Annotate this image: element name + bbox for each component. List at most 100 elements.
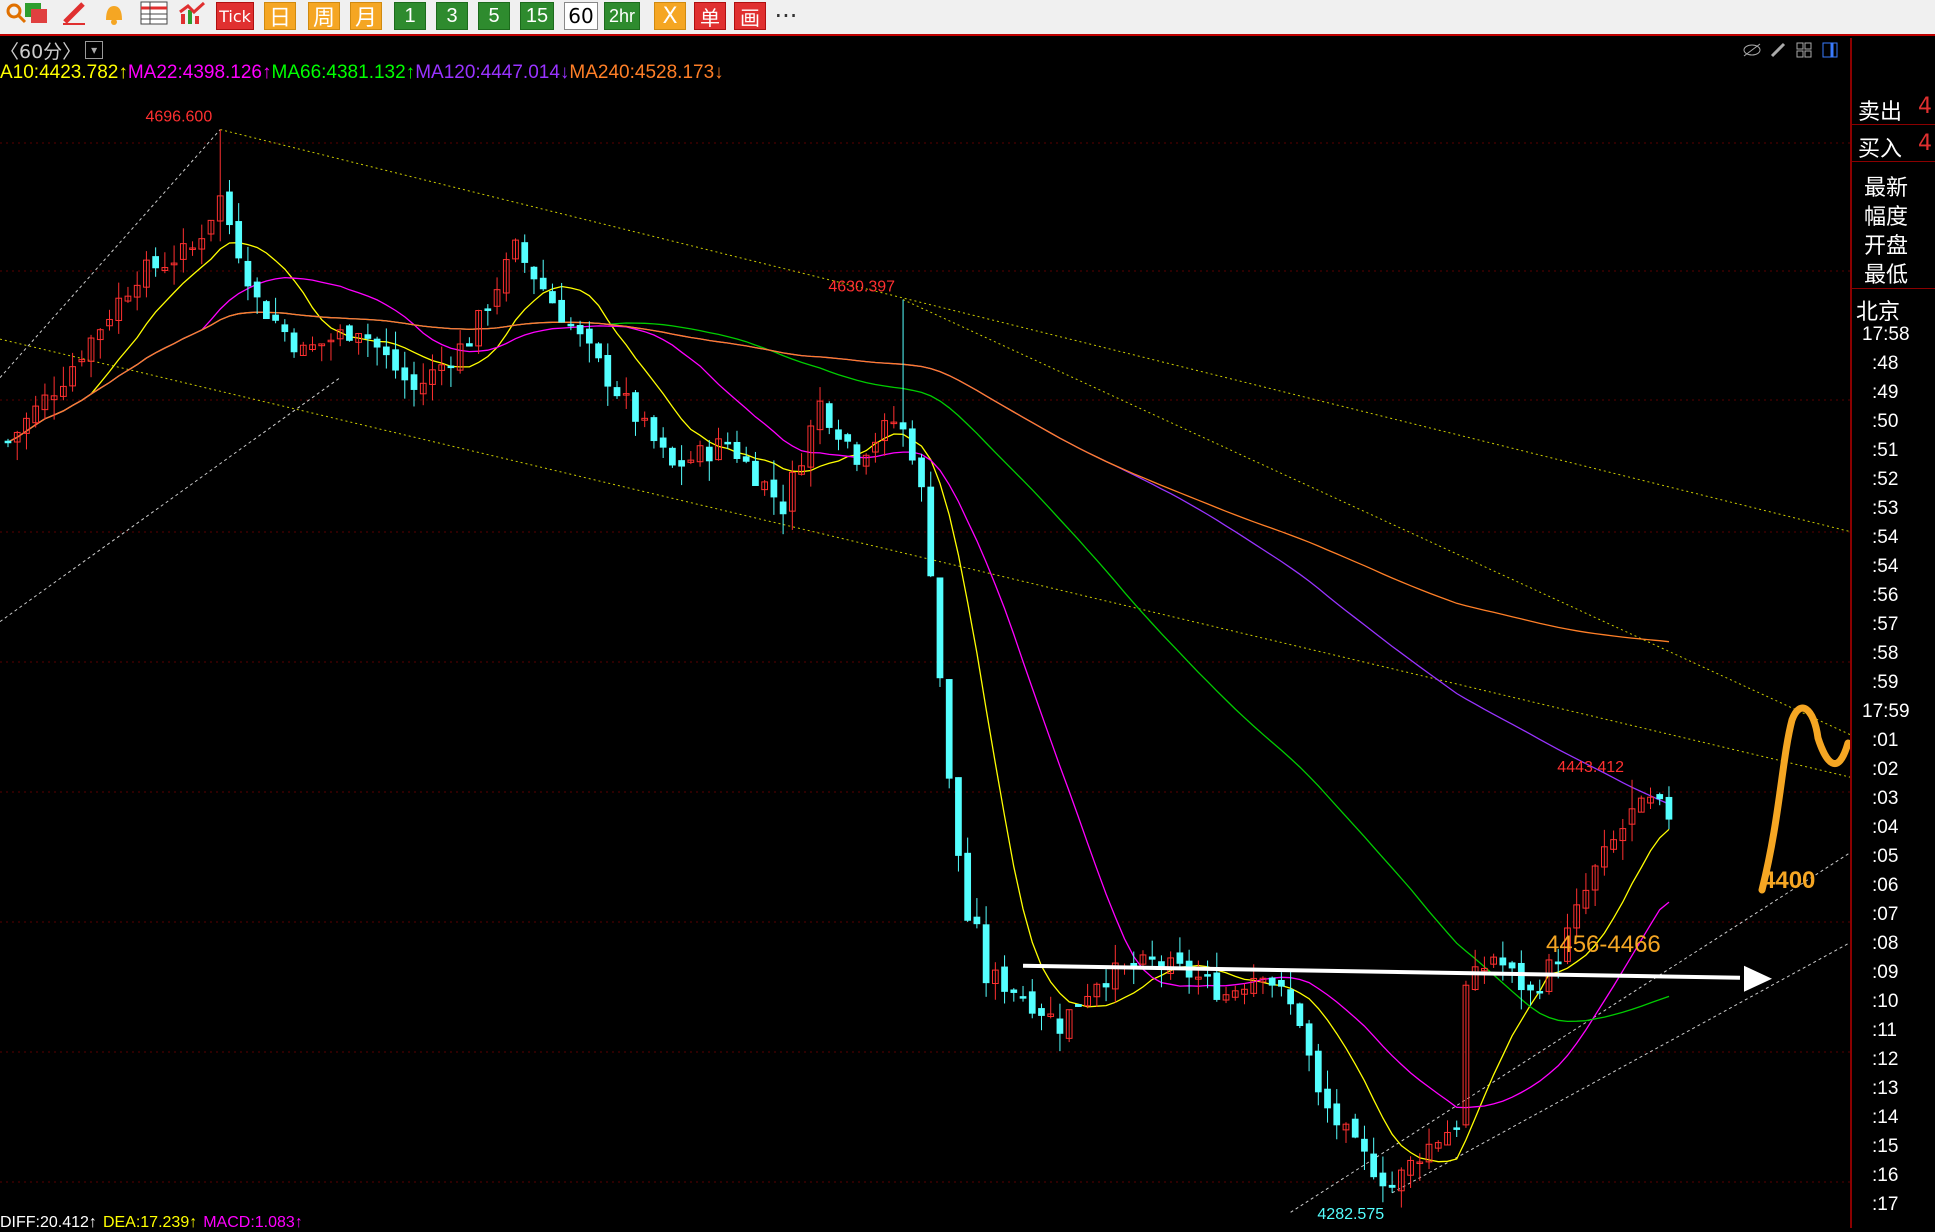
- tick-time: :12: [1872, 1049, 1899, 1070]
- ma240-line: [7, 311, 1670, 643]
- right-panel: 卖出 4 买入 4 最新 幅度 开盘 最低 北京 17:58:48:49:50:51:…: [1850, 38, 1935, 1228]
- kline-chart[interactable]: 4696.600 4630.397 4282.575 4443.412 4456-44…: [0, 38, 1850, 1228]
- toolbar-button-label: 周: [312, 6, 335, 31]
- toolbar-button-12[interactable]: 5: [478, 2, 510, 30]
- pen-icon: [61, 0, 87, 32]
- candle-body: [1324, 1088, 1331, 1109]
- candle: [715, 427, 722, 461]
- candle-body: [1287, 989, 1294, 1005]
- candle: [373, 336, 381, 366]
- toolbar-button-13[interactable]: 15: [520, 2, 554, 30]
- candle: [419, 363, 427, 406]
- tick-time: :17: [1872, 1194, 1899, 1215]
- price-label: 4282.575: [1317, 1206, 1384, 1223]
- candle-body: [1453, 1127, 1461, 1130]
- toolbar-button-10[interactable]: 1: [394, 2, 426, 30]
- candle-body: [1508, 962, 1516, 969]
- candle-body: [669, 447, 676, 466]
- candle: [410, 361, 418, 407]
- candle: [1324, 1070, 1331, 1123]
- tick-time: :01: [1872, 730, 1899, 751]
- price-label: 4630.397: [828, 279, 895, 296]
- windows-button[interactable]: [20, 2, 52, 30]
- candle: [622, 377, 630, 409]
- quote-field-label: 最新: [1864, 176, 1909, 201]
- candle: [853, 441, 861, 472]
- candle: [124, 286, 132, 303]
- candle: [945, 678, 953, 789]
- buy-value: 4: [1918, 131, 1932, 156]
- trend-button[interactable]: [176, 1, 208, 30]
- candle: [1536, 979, 1544, 1000]
- candle: [1425, 1128, 1433, 1170]
- toolbar-button-label: 单: [700, 5, 720, 30]
- candle-body: [1038, 1008, 1045, 1016]
- candle: [1453, 1120, 1461, 1138]
- pen-button[interactable]: [58, 2, 90, 30]
- candle: [1185, 949, 1193, 994]
- candle: [1637, 795, 1645, 813]
- candle-body: [613, 387, 621, 397]
- candle: [595, 342, 602, 363]
- table-button[interactable]: [138, 1, 170, 30]
- toolbar-button-7[interactable]: 日: [264, 2, 296, 31]
- candle-body: [226, 191, 233, 226]
- toolbar-button-15[interactable]: 2hr: [604, 2, 640, 30]
- candle: [1065, 1009, 1073, 1043]
- candle-body: [281, 324, 289, 333]
- toolbar-button-16[interactable]: X: [654, 2, 686, 30]
- toolbar-button-14[interactable]: 60: [564, 2, 598, 30]
- candle: [1038, 1003, 1045, 1031]
- candle-body: [779, 501, 787, 515]
- candle-body: [604, 355, 612, 387]
- tick-time: :03: [1872, 788, 1899, 809]
- toolbar-button-8[interactable]: 周: [308, 2, 340, 31]
- macd-legend-item: DEA:17.239↑: [102, 1214, 198, 1231]
- toolbar-button-19[interactable]: ···: [770, 2, 802, 30]
- bell-button[interactable]: [98, 2, 130, 30]
- candle: [1075, 1004, 1082, 1007]
- candle-body: [1656, 794, 1664, 800]
- candle: [1397, 1167, 1405, 1208]
- candle-body: [1665, 796, 1673, 820]
- toolbar-button-9[interactable]: 月: [350, 2, 382, 31]
- candle: [115, 282, 123, 334]
- candle: [936, 577, 944, 687]
- candle-body: [955, 777, 962, 856]
- candle: [1342, 1122, 1350, 1143]
- candle: [179, 228, 187, 273]
- toolbar-button-17[interactable]: 单: [694, 2, 726, 30]
- candle-body: [742, 456, 750, 462]
- candle: [862, 453, 870, 475]
- candle-body: [1379, 1172, 1387, 1187]
- candle-body: [936, 577, 944, 679]
- city-label: 北京: [1856, 300, 1901, 325]
- support-level-label: 4400: [1762, 867, 1815, 894]
- toolbar-button-11[interactable]: 3: [436, 2, 468, 30]
- sell-value: 4: [1918, 94, 1932, 119]
- tick-time: :56: [1872, 585, 1899, 606]
- candle-body: [272, 314, 279, 321]
- candle-body: [1527, 984, 1534, 991]
- tick-time: :57: [1872, 614, 1899, 635]
- candle-body: [1388, 1184, 1396, 1188]
- toolbar-button-label: 15: [525, 4, 549, 27]
- tick-time: :13: [1872, 1078, 1899, 1099]
- candle-body: [927, 486, 935, 577]
- candle-body: [392, 349, 399, 371]
- tick-time: :54: [1872, 556, 1899, 577]
- tick-time: :02: [1872, 759, 1899, 780]
- candle: [161, 252, 169, 274]
- candle: [106, 309, 113, 331]
- toolbar-button-6[interactable]: Tick: [216, 2, 254, 30]
- toolbar-button-18[interactable]: 画: [734, 2, 766, 30]
- candle-body: [1305, 1023, 1313, 1056]
- channel-upper-line: [220, 129, 1850, 533]
- candle: [189, 241, 196, 256]
- candle-body: [1333, 1103, 1341, 1126]
- candle: [705, 440, 713, 481]
- candle-body: [733, 441, 741, 459]
- candle-body: [484, 308, 492, 311]
- up-channel-upper: [0, 129, 221, 378]
- tick-time: :07: [1872, 904, 1899, 925]
